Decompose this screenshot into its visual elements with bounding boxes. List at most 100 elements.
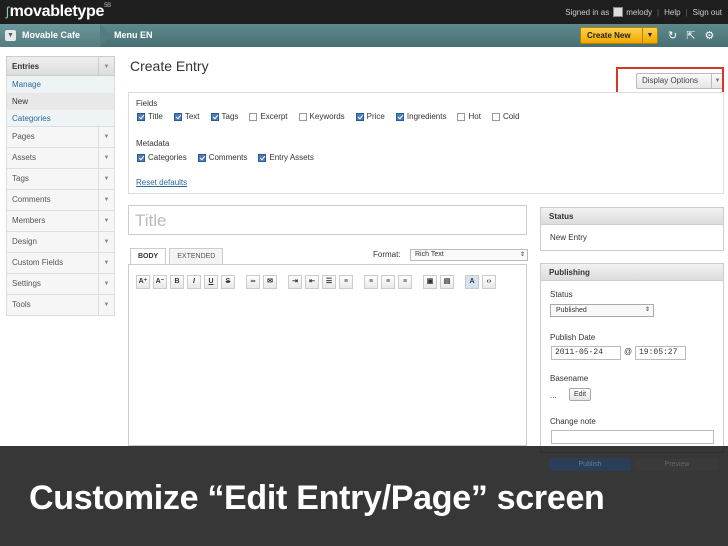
field-checkbox-cold[interactable]: Cold — [491, 112, 519, 121]
status-panel: Status New Entry — [540, 207, 724, 251]
sidebar-item-pages[interactable]: Pages ▼ — [6, 127, 115, 148]
publish-time-input[interactable]: 19:05:27 — [635, 346, 686, 360]
field-checkbox-tags[interactable]: Tags — [210, 112, 238, 121]
chevron-down-icon[interactable]: ▼ — [98, 295, 114, 315]
publish-button[interactable]: Publish — [549, 458, 631, 471]
chevron-down-icon[interactable]: ▼ — [98, 127, 114, 147]
wysiwyg-mode-icon[interactable]: A — [465, 275, 479, 289]
field-checkbox-ingredients[interactable]: Ingredients — [395, 112, 446, 121]
title-input[interactable]: Title — [128, 205, 527, 235]
sidebar-subitem-categories[interactable]: Categories — [6, 110, 115, 127]
sidebar-item-tags[interactable]: Tags ▼ — [6, 169, 115, 190]
insert-file-icon[interactable]: ▤ — [440, 275, 454, 289]
field-checkbox-excerpt[interactable]: Excerpt — [249, 112, 288, 121]
align-left-icon[interactable]: ≡ — [364, 275, 378, 289]
chevron-down-icon[interactable]: ▼ — [98, 274, 114, 294]
checkbox[interactable] — [137, 112, 145, 121]
sidebar-item-members[interactable]: Members ▼ — [6, 211, 115, 232]
email-icon[interactable]: ✉ — [263, 275, 277, 289]
sidebar-item-entries[interactable]: Entries ▼ — [6, 56, 115, 76]
rich-text-editor[interactable]: A⁺ A⁻ B I U S ∞ ✉ ⇥ ⇤ ☰ ≡ ≡ ≡ ≡ ▣ ▤ A ‹› — [128, 264, 527, 446]
checkbox[interactable] — [258, 153, 267, 162]
sign-out-link[interactable]: Sign out — [693, 8, 722, 17]
checkbox[interactable] — [355, 112, 364, 121]
sidebar-subitem-manage[interactable]: Manage — [6, 76, 115, 93]
checkbox[interactable] — [298, 112, 307, 121]
chevron-down-icon[interactable]: ▼ — [98, 190, 114, 210]
checkbox[interactable] — [210, 112, 219, 121]
chevron-down-icon[interactable]: ▼ — [642, 28, 657, 43]
outdent-icon[interactable]: ⇤ — [305, 275, 319, 289]
align-center-icon[interactable]: ≡ — [381, 275, 395, 289]
checkbox[interactable] — [395, 112, 404, 121]
font-size-down-icon[interactable]: A⁻ — [153, 275, 167, 289]
external-link-icon[interactable]: ⇱ — [686, 29, 695, 42]
align-right-icon[interactable]: ≡ — [398, 275, 412, 289]
sidebar-item-comments[interactable]: Comments ▼ — [6, 190, 115, 211]
checkbox[interactable] — [249, 112, 258, 121]
numbered-list-icon[interactable]: ≡ — [339, 275, 353, 289]
settings-icon[interactable]: ⚙ — [704, 29, 714, 42]
font-size-up-icon[interactable]: A⁺ — [136, 275, 150, 289]
sidebar-item-tools[interactable]: Tools ▼ — [6, 295, 115, 316]
sidebar-item-assets[interactable]: Assets ▼ — [6, 148, 115, 169]
checkbox-label: Excerpt — [260, 112, 288, 121]
field-checkbox-text[interactable]: Text — [173, 112, 200, 121]
strikethrough-icon[interactable]: S — [221, 275, 235, 289]
fields-checkboxes: Title Text Tags Excerpt Keywords Price Ingredi… — [137, 112, 519, 121]
format-select[interactable]: Rich Text ⇕ — [410, 249, 528, 261]
chevron-down-icon[interactable]: ▼ — [98, 169, 114, 189]
chevron-down-icon[interactable]: ⇕ — [520, 250, 525, 260]
field-checkbox-hot[interactable]: Hot — [457, 112, 481, 121]
chevron-down-icon[interactable]: ▼ — [98, 57, 114, 76]
publish-date-input[interactable]: 2011-05-24 — [551, 346, 621, 360]
chevron-down-icon[interactable]: ▼ — [98, 211, 114, 231]
italic-icon[interactable]: I — [187, 275, 201, 289]
metadata-checkbox-comments[interactable]: Comments — [197, 153, 247, 162]
bullet-list-icon[interactable]: ☰ — [322, 275, 336, 289]
sidebar-subitem-new[interactable]: New — [6, 93, 115, 110]
chevron-down-icon[interactable]: ▼ — [98, 148, 114, 168]
tab-extended[interactable]: EXTENDED — [169, 248, 224, 264]
chevron-down-icon[interactable]: ⇕ — [645, 305, 650, 316]
chevron-down-icon[interactable]: ▼ — [98, 253, 114, 273]
bold-icon[interactable]: B — [170, 275, 184, 289]
field-checkbox-title[interactable]: Title — [137, 112, 163, 121]
chevron-down-icon[interactable]: ▼ — [5, 30, 16, 41]
metadata-checkbox-categories[interactable]: Categories — [137, 153, 187, 162]
sidebar-item-custom-fields[interactable]: Custom Fields ▼ — [6, 253, 115, 274]
tab-body[interactable]: BODY — [130, 248, 167, 264]
underline-icon[interactable]: U — [204, 275, 218, 289]
status-select[interactable]: Published ⇕ — [550, 304, 654, 317]
link-icon[interactable]: ∞ — [246, 275, 260, 289]
metadata-label: Metadata — [136, 139, 170, 148]
change-note-label: Change note — [550, 417, 596, 426]
edit-basename-button[interactable]: Edit — [569, 388, 591, 401]
sidebar-item-settings[interactable]: Settings ▼ — [6, 274, 115, 295]
reset-defaults-link[interactable]: Reset defaults — [136, 178, 187, 187]
indent-icon[interactable]: ⇥ — [288, 275, 302, 289]
movabletype-logo[interactable]: ʃmovabletype5B — [6, 3, 111, 21]
field-checkbox-price[interactable]: Price — [355, 112, 385, 121]
sidebar-item-design[interactable]: Design ▼ — [6, 232, 115, 253]
basename-value: ... — [550, 391, 557, 400]
breadcrumb[interactable]: Menu EN — [100, 24, 153, 47]
metadata-checkbox-entry-assets[interactable]: Entry Assets — [258, 153, 314, 162]
checkbox[interactable] — [457, 112, 466, 121]
fields-label: Fields — [136, 99, 158, 108]
refresh-icon[interactable]: ↻ — [668, 29, 677, 42]
html-mode-icon[interactable]: ‹› — [482, 275, 496, 289]
checkbox[interactable] — [491, 112, 500, 121]
change-note-input[interactable] — [551, 430, 714, 444]
checkbox[interactable] — [197, 153, 206, 162]
checkbox[interactable] — [173, 112, 182, 121]
create-new-button[interactable]: Create New ▼ — [580, 27, 658, 44]
insert-image-icon[interactable]: ▣ — [423, 275, 437, 289]
checkbox[interactable] — [137, 153, 145, 162]
chevron-down-icon[interactable]: ▼ — [98, 232, 114, 252]
preview-button[interactable]: Preview — [636, 458, 718, 471]
blog-selector[interactable]: ▼ Movable Cafe — [0, 24, 101, 47]
username-link[interactable]: melody — [626, 8, 652, 17]
field-checkbox-keywords[interactable]: Keywords — [298, 112, 345, 121]
help-link[interactable]: Help — [664, 8, 680, 17]
